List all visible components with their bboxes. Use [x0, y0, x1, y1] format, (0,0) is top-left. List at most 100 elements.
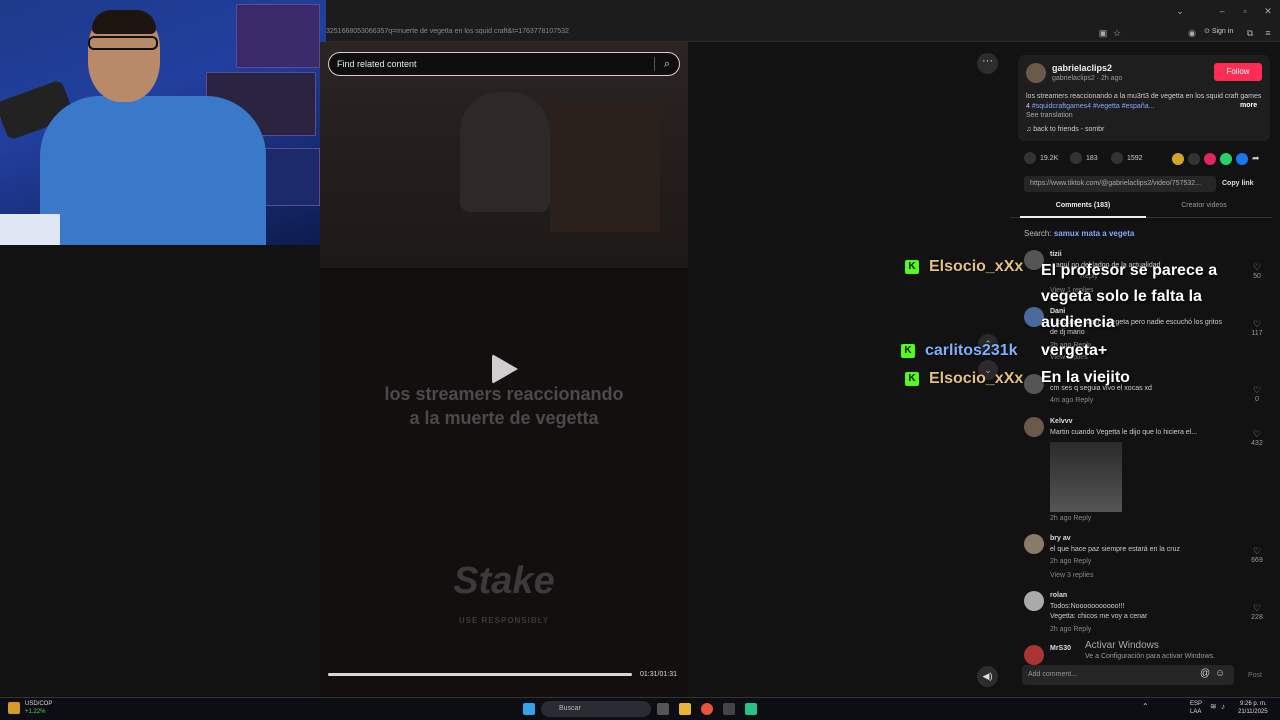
speaker-icon[interactable]: ♪	[1221, 702, 1225, 711]
comment-like[interactable]: ♡ 228	[1247, 603, 1267, 621]
app-icon[interactable]	[723, 703, 735, 715]
clock-date: 21/11/2025	[1238, 709, 1268, 715]
hashtags[interactable]: #squidcraftgames4 #vegetta #españa...	[1032, 103, 1155, 110]
like-stat[interactable]: 19.2K	[1024, 152, 1058, 166]
comment-like[interactable]: ♡ 117	[1247, 319, 1267, 337]
caption-line-2: a la muerte de vegetta	[409, 408, 599, 428]
video-progress-bar[interactable]	[328, 673, 632, 676]
follow-button[interactable]: Follow	[1214, 63, 1262, 81]
task-view-icon[interactable]	[657, 703, 669, 715]
comment-text: Vegetta: chicos me voy a cenar	[1050, 613, 1148, 620]
chat-text: audiencia	[1041, 314, 1115, 331]
bookmark-star-icon[interactable]: ☆	[1110, 27, 1124, 39]
clock-time[interactable]: 9:26 p. m.	[1240, 701, 1267, 707]
avatar[interactable]	[1024, 591, 1044, 611]
comment-stat[interactable]: 183	[1070, 152, 1098, 166]
chat-username: Elsocio_xXx	[929, 258, 1024, 275]
share-facebook-icon[interactable]	[1236, 153, 1248, 165]
taskbar-search[interactable]: Buscar	[541, 701, 651, 717]
post-comment-button[interactable]: Post	[1248, 672, 1262, 679]
find-related-search[interactable]: Find related content ⌕	[328, 52, 680, 76]
comment-search-suggestion[interactable]: Search: samux mata a vegeta	[1024, 229, 1134, 238]
search-prefix: Search:	[1024, 229, 1052, 238]
more-options-button[interactable]: ···	[977, 53, 998, 74]
menu-icon[interactable]: ≡	[1261, 27, 1275, 39]
search-divider	[654, 57, 655, 71]
comment-author[interactable]: rolan	[1050, 592, 1067, 599]
comment-author[interactable]: MrS30	[1050, 645, 1071, 652]
address-bar[interactable]: 3251668053066357q=muerte de vegetta en l…	[326, 28, 569, 35]
minimize-icon[interactable]: –	[1212, 4, 1232, 18]
heart-icon: ♡	[1252, 603, 1262, 613]
view-replies[interactable]: View 3 replies	[1050, 572, 1093, 579]
comment-like-count: 50	[1253, 273, 1261, 280]
author-username[interactable]: gabrielaclips2	[1052, 63, 1112, 73]
share-arrow-icon[interactable]: ➦	[1252, 153, 1260, 164]
reader-icon[interactable]: ▣	[1096, 27, 1110, 39]
activate-windows-title: Activar Windows	[1085, 640, 1159, 651]
tab-comments[interactable]: Comments (183)	[1020, 202, 1146, 209]
file-explorer-icon[interactable]	[679, 703, 691, 715]
comment-like[interactable]: ♡ 0	[1247, 385, 1267, 403]
avatar[interactable]	[1024, 534, 1044, 554]
app-icon[interactable]	[745, 703, 757, 715]
avatar[interactable]	[1024, 417, 1044, 437]
author-subline: gabrielaclips2 · 2h ago	[1052, 75, 1123, 82]
avatar[interactable]	[1026, 63, 1046, 83]
video-time: 01:31/01:31	[640, 671, 677, 678]
comment-text: el que hace paz siempre estará en la cru…	[1050, 546, 1180, 553]
comment-meta[interactable]: 2h ago Reply	[1050, 515, 1091, 522]
volume-icon[interactable]: ◀)	[977, 666, 998, 687]
chevron-up-icon[interactable]: ⌃	[1142, 702, 1149, 711]
heart-icon: ♡	[1252, 429, 1262, 439]
comment-icon	[1070, 152, 1082, 165]
share-repost-icon[interactable]	[1172, 153, 1184, 165]
comment-like[interactable]: ♡ 50	[1247, 262, 1267, 280]
comment-author[interactable]: bry av	[1050, 535, 1071, 542]
music-link[interactable]: ♫ back to friends - sombr	[1026, 126, 1104, 133]
see-translation-link[interactable]: See translation	[1026, 112, 1073, 119]
mention-icon[interactable]: @	[1200, 668, 1210, 679]
embed-icon[interactable]	[1188, 153, 1200, 165]
sign-in-button[interactable]: ⊙ Sign in	[1204, 27, 1233, 35]
close-icon[interactable]: ✕	[1258, 4, 1278, 18]
emoji-icon[interactable]: ☺	[1215, 668, 1225, 679]
chevron-down-icon[interactable]: ⌄	[1170, 4, 1190, 18]
comments-count: 183	[1086, 155, 1098, 162]
video-link-field[interactable]: https://www.tiktok.com/@gabrielaclips2/v…	[1024, 176, 1216, 192]
sign-in-label: Sign in	[1211, 28, 1234, 35]
comment-like[interactable]: ♡ 669	[1247, 546, 1267, 564]
windows-start-icon[interactable]	[523, 703, 535, 715]
comment-image[interactable]	[1050, 442, 1122, 512]
firefox-icon[interactable]	[701, 703, 713, 715]
comment-like[interactable]: ♡ 432	[1247, 429, 1267, 447]
avatar[interactable]	[1024, 645, 1044, 665]
language-indicator[interactable]: ESP	[1190, 701, 1202, 707]
copy-link-button[interactable]: Copy link	[1222, 180, 1254, 187]
restore-icon[interactable]: ▫	[1235, 4, 1255, 18]
comment-input[interactable]: Add comment... @ ☺	[1022, 665, 1234, 685]
ticker-name[interactable]: USD/COP	[25, 701, 52, 707]
more-link[interactable]: more	[1240, 102, 1257, 109]
wifi-icon[interactable]: ≋	[1210, 702, 1217, 711]
bookmark-icon	[1111, 152, 1123, 165]
play-icon[interactable]	[492, 354, 518, 384]
comment-author[interactable]: Kelvvv	[1050, 418, 1073, 425]
save-stat[interactable]: 1592	[1111, 152, 1143, 166]
comment-meta[interactable]: 2h ago Reply	[1050, 626, 1091, 633]
comment-meta[interactable]: 4m ago Reply	[1050, 397, 1093, 404]
weather-widget-icon[interactable]	[8, 702, 20, 714]
share-pinterest-icon[interactable]	[1204, 153, 1216, 165]
camera-icon[interactable]: ◉	[1185, 27, 1199, 39]
heart-icon: ♡	[1252, 262, 1262, 272]
comment-like-count: 117	[1251, 330, 1263, 337]
share-whatsapp-icon[interactable]	[1220, 153, 1232, 165]
chat-text: vegeta solo le falta la	[1041, 288, 1202, 305]
comment-author[interactable]: tizii	[1050, 251, 1062, 258]
tab-creator-videos[interactable]: Creator videos	[1146, 202, 1262, 209]
video-player[interactable]: Find related content ⌕ los streamers rea…	[320, 42, 688, 697]
comment-like-count: 432	[1251, 440, 1263, 447]
comment-meta[interactable]: 2h ago Reply	[1050, 558, 1091, 565]
search-icon[interactable]: ⌕	[659, 56, 675, 72]
extensions-icon[interactable]: ⧉	[1243, 27, 1257, 39]
